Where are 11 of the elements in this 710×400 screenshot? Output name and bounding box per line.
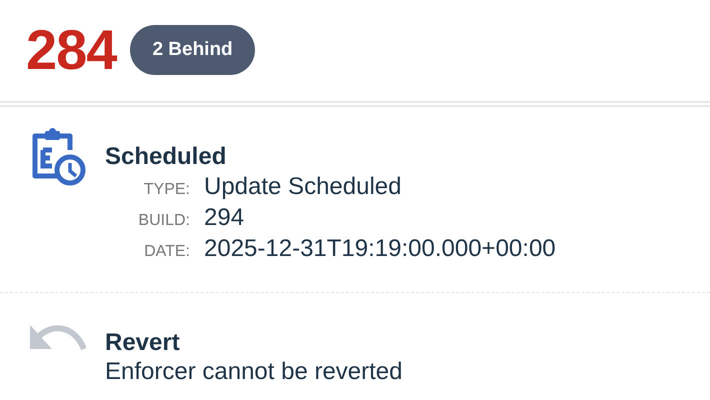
field-value: Update Scheduled [204,172,402,202]
status-badge: 2 Behind [130,25,255,75]
field-value: 294 [204,203,246,233]
field-value: 2025-12-31T19:19:00.000+00:00 [204,234,556,264]
section-description: Enforcer cannot be reverted [105,357,403,387]
field-label: DATE: [143,243,190,261]
build-number: 284 [26,22,116,78]
field-label: TYPE: [142,181,190,199]
section-title: Revert [105,329,181,357]
section-title: Scheduled [105,143,228,171]
field-label: BUILD: [137,212,190,230]
